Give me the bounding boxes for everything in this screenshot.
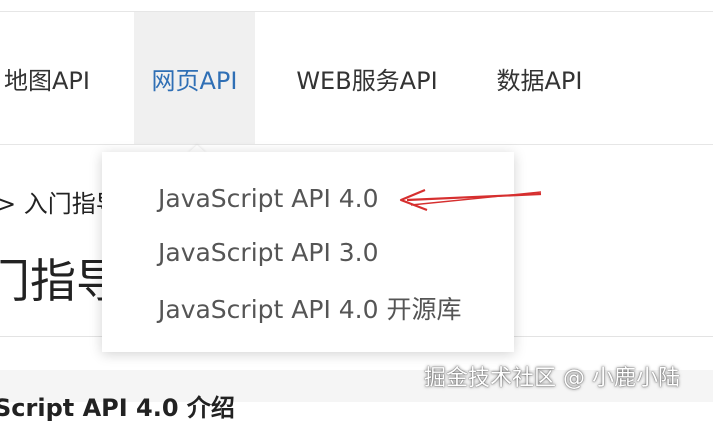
- red-arrow-annotation: [399, 188, 542, 212]
- nav-item-data-api[interactable]: 数据API: [491, 12, 588, 144]
- top-nav: 地图API 网页API WEB服务API 数据API: [0, 12, 713, 144]
- dropdown-item-js-api-4[interactable]: JavaScript API 4.0: [158, 184, 379, 213]
- dropdown-item-js-api-4-opensource[interactable]: JavaScript API 4.0 开源库: [158, 290, 461, 326]
- nav-divider: [0, 144, 713, 145]
- section-heading: Script API 4.0 介绍: [0, 394, 235, 422]
- watermark: 掘金技术社区 @ 小鹿小陆: [424, 366, 680, 391]
- nav-item-web-api[interactable]: 网页API: [134, 12, 255, 144]
- nav-item-web-service-api[interactable]: WEB服务API: [290, 12, 444, 144]
- nav-item-map-api[interactable]: 地图API: [0, 12, 108, 144]
- dropdown-item-js-api-3[interactable]: JavaScript API 3.0: [158, 238, 379, 267]
